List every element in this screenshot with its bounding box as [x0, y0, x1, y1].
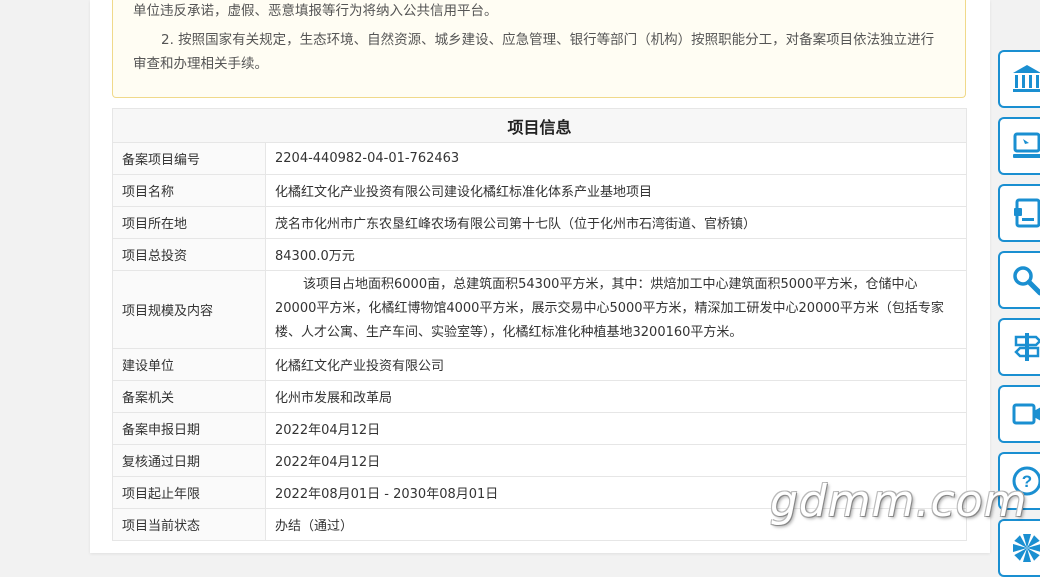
notice-box: 单位违反承诺，虚假、恶意填报等行为将纳入公共信用平台。 2. 按照国家有关规定，…: [112, 0, 966, 98]
row-label: 备案项目编号: [112, 142, 266, 175]
notice-line-1: 单位违反承诺，虚假、恶意填报等行为将纳入公共信用平台。: [133, 3, 498, 19]
table-row: 备案申报日期 2022年04月12日: [112, 412, 967, 445]
search-icon: [1013, 266, 1040, 296]
scale-content-text: 该项目占地面积6000亩，总建筑面积54300平方米，其中：烘焙加工中心建筑面积…: [275, 277, 944, 340]
row-label: 备案机关: [112, 380, 266, 413]
row-value: 化州市发展和改革局: [265, 380, 967, 413]
row-label: 项目所在地: [112, 206, 266, 239]
sidebar-government-button[interactable]: [998, 50, 1040, 108]
table-row: 备案项目编号 2204-440982-04-01-762463: [112, 142, 967, 175]
row-value: 2204-440982-04-01-762463: [265, 142, 967, 175]
signpost-icon: [1014, 333, 1040, 361]
row-label: 项目名称: [112, 174, 266, 207]
row-label: 复核通过日期: [112, 444, 266, 477]
table-title: 项目信息: [112, 108, 967, 143]
row-value: 2022年04月12日: [265, 412, 967, 445]
row-label: 项目总投资: [112, 238, 266, 271]
table-row: 复核通过日期 2022年04月12日: [112, 444, 967, 477]
row-value: 2022年04月12日: [265, 444, 967, 477]
row-label: 项目起止年限: [112, 476, 266, 509]
video-icon: [1012, 403, 1040, 425]
row-value: 84300.0万元: [265, 238, 967, 271]
pinwheel-icon: [1013, 534, 1040, 562]
row-label: 项目规模及内容: [112, 270, 266, 349]
sidebar-pinwheel-button[interactable]: [998, 519, 1040, 577]
table-row: 项目所在地 茂名市化州市广东农垦红峰农场有限公司第十七队（位于化州市石湾街道、官…: [112, 206, 967, 239]
sidebar-search-button[interactable]: [998, 251, 1040, 309]
row-label: 备案申报日期: [112, 412, 266, 445]
table-row: 项目名称 化橘红文化产业投资有限公司建设化橘红标准化体系产业基地项目: [112, 174, 967, 207]
table-row: 项目总投资 84300.0万元: [112, 238, 967, 271]
row-label: 建设单位: [112, 348, 266, 381]
table-row: 项目规模及内容 该项目占地面积6000亩，总建筑面积54300平方米，其中：烘焙…: [112, 270, 967, 349]
row-value: 化橘红文化产业投资有限公司: [265, 348, 967, 381]
sidebar-computer-button[interactable]: [998, 117, 1040, 175]
table-row: 建设单位 化橘红文化产业投资有限公司: [112, 348, 967, 381]
computer-icon: [1013, 132, 1040, 158]
row-value: 该项目占地面积6000亩，总建筑面积54300平方米，其中：烘焙加工中心建筑面积…: [265, 270, 967, 349]
sidebar-document-button[interactable]: [998, 184, 1040, 242]
government-icon: [1013, 65, 1040, 92]
notice-line-2: 2. 按照国家有关规定，生态环境、自然资源、城乡建设、应急管理、银行等部门（机构…: [133, 32, 935, 72]
document-icon: [1014, 198, 1040, 228]
sidebar-signpost-button[interactable]: [998, 318, 1040, 376]
row-value: 化橘红文化产业投资有限公司建设化橘红标准化体系产业基地项目: [265, 174, 967, 207]
watermark-text: gdmm.com: [770, 476, 1028, 527]
sidebar-video-button[interactable]: [998, 385, 1040, 443]
row-label: 项目当前状态: [112, 508, 266, 541]
table-row: 备案机关 化州市发展和改革局: [112, 380, 967, 413]
row-value: 茂名市化州市广东农垦红峰农场有限公司第十七队（位于化州市石湾街道、官桥镇）: [265, 206, 967, 239]
